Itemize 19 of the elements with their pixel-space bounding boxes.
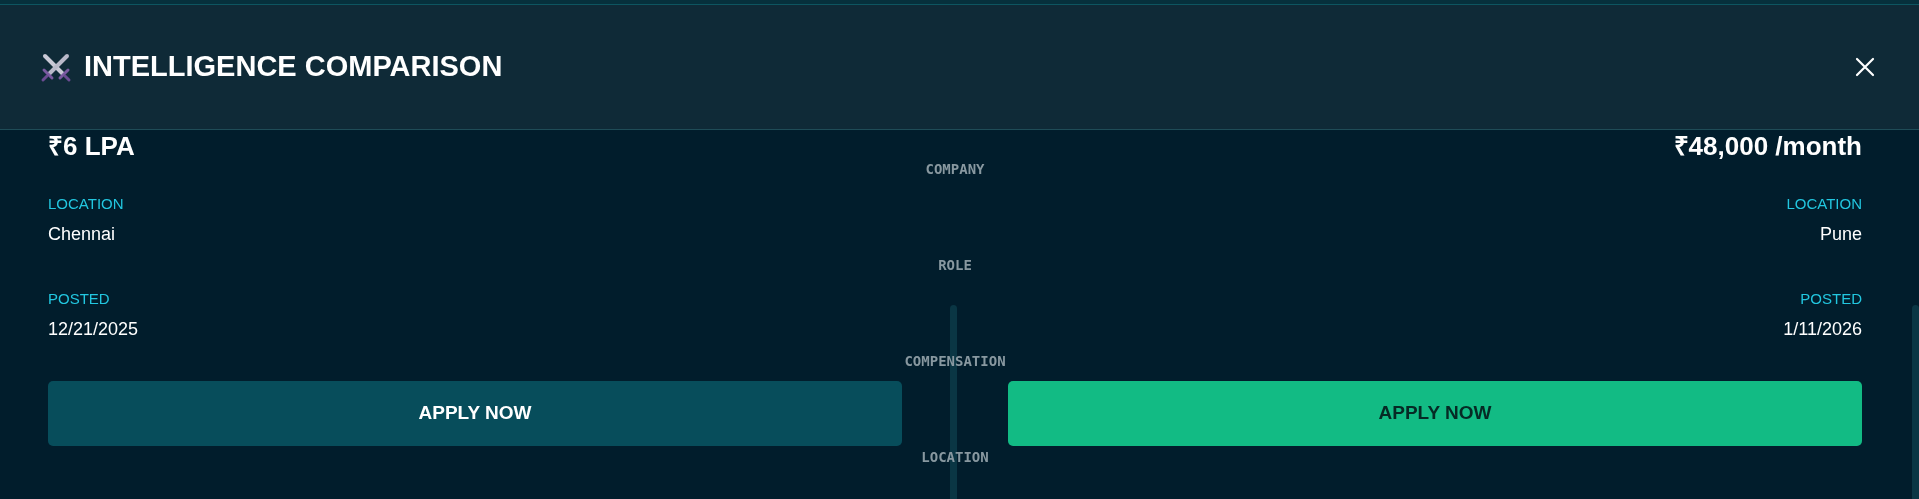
salary-text: ₹48,000 /month xyxy=(1673,131,1862,161)
field-value: Pune xyxy=(1819,223,1862,246)
field-label: POSTED xyxy=(1800,289,1862,309)
scrollbar[interactable] xyxy=(1912,305,1919,499)
apply-button[interactable]: APPLY NOW xyxy=(1008,381,1862,446)
axis-label: ROLE xyxy=(938,256,972,274)
field-value: Chennai xyxy=(48,223,116,246)
field-label: POSTED xyxy=(48,289,110,309)
axis-label: COMPANY xyxy=(925,160,985,178)
axis-label: LOCATION xyxy=(921,448,989,466)
salary-text: ₹6 LPA xyxy=(48,131,135,161)
field-value: 1/11/2026 xyxy=(1783,318,1862,341)
dialog-title: INTELLIGENCE COMPARISON xyxy=(84,49,503,85)
field-label: LOCATION xyxy=(1786,194,1862,214)
apply-button[interactable]: APPLY NOW xyxy=(48,381,902,446)
field-label: LOCATION xyxy=(48,194,124,214)
axis-label: COMPENSATION xyxy=(904,352,1006,370)
field-value: 12/21/2025 xyxy=(48,318,139,341)
crossed-swords-icon xyxy=(40,51,72,83)
